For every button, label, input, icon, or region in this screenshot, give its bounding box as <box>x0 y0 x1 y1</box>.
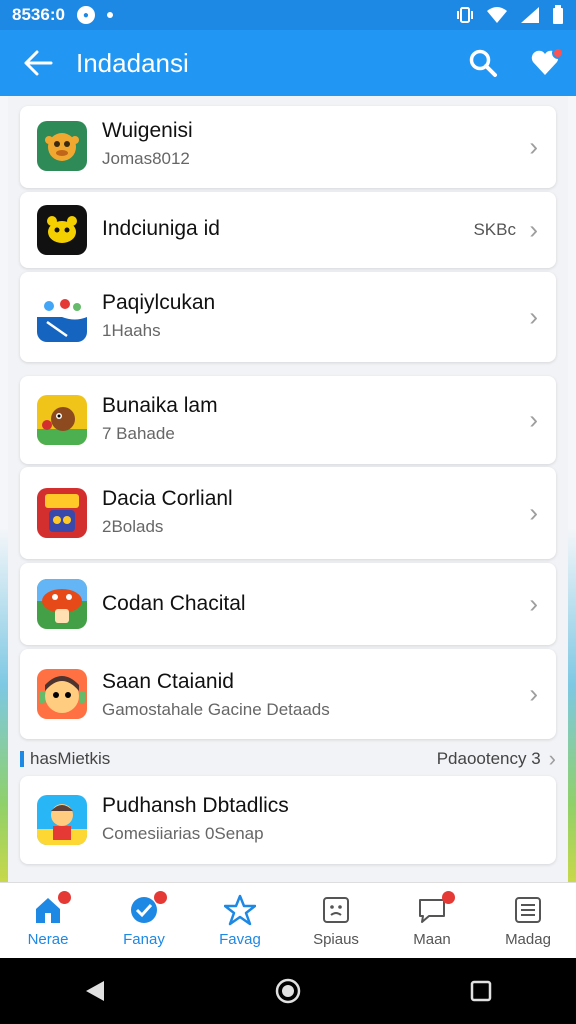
item-subtitle: 7 Bahade <box>102 424 175 443</box>
item-meta: SKBc <box>473 220 516 239</box>
nav-item-spiaus[interactable]: Spiaus <box>288 883 384 958</box>
nav-item-madag[interactable]: Madag <box>480 883 576 958</box>
item-subtitle: 2Bolads <box>102 517 164 536</box>
favorites-button[interactable] <box>514 30 576 96</box>
battery-icon <box>553 5 563 24</box>
nav-item-favorites[interactable]: Favag <box>192 883 288 958</box>
item-title: Bunaika lam <box>102 394 218 417</box>
nav-item-today[interactable]: Fanay <box>96 883 192 958</box>
list-item[interactable]: Saan Ctaianid Gamostahale Gacine Detaads… <box>20 649 556 739</box>
notification-badge <box>442 891 455 904</box>
heart-badge <box>552 47 564 59</box>
chevron-right-icon: › <box>529 131 538 162</box>
section-label: hasMietkis <box>30 749 111 768</box>
nav-label: Madag <box>505 931 551 948</box>
kid-icon <box>37 795 87 845</box>
signal-icon <box>521 7 539 23</box>
list-item[interactable]: Paqiylcukan 1Haahs › <box>20 272 556 362</box>
section-accent <box>20 751 24 767</box>
search-button[interactable] <box>452 30 514 96</box>
item-title: Pudhansh Dbtadlics <box>102 794 289 817</box>
chevron-right-icon: › <box>548 746 556 771</box>
bottom-navigation: Nerae Fanay Favag Spiaus Maan Madag <box>0 882 576 958</box>
item-subtitle: Gamostahale Gacine Detaads <box>102 700 330 719</box>
item-title: Paqiylcukan <box>102 291 216 314</box>
home-circle-icon[interactable] <box>275 978 301 1004</box>
chevron-right-icon: › <box>529 214 538 245</box>
water-icon <box>37 292 87 342</box>
nav-item-home[interactable]: Nerae <box>0 883 96 958</box>
bear-icon <box>37 205 87 255</box>
back-button[interactable] <box>0 30 76 96</box>
arrow-left-icon <box>24 50 53 76</box>
list-item[interactable]: Bunaika lam 7 Bahade › <box>20 376 556 464</box>
recents-square-icon[interactable] <box>470 980 492 1002</box>
chevron-right-icon: › <box>529 588 538 619</box>
back-triangle-icon[interactable] <box>84 979 106 1003</box>
chevron-right-icon: › <box>529 497 538 528</box>
list-item[interactable]: Codan Chacital › <box>20 563 556 645</box>
notification-icon: ● <box>76 6 95 24</box>
dot-icon <box>106 12 113 18</box>
section-header: hasMietkis Pdaootency 3 › <box>20 746 556 772</box>
status-bar: 8536:0 ● <box>0 0 576 30</box>
chevron-right-icon: › <box>529 301 538 332</box>
document-icon <box>515 897 541 923</box>
section-right-text: Pdaootency 3 <box>436 749 541 768</box>
notification-badge <box>58 891 71 904</box>
nav-label: Nerae <box>27 931 69 948</box>
list-item[interactable]: Indciuniga id SKBc › <box>20 192 556 268</box>
nav-label: Spiaus <box>313 931 359 948</box>
list-container: Wuigenisi Jomas8012 › Indciuniga id SKBc… <box>8 96 568 882</box>
item-title: Wuigenisi <box>102 119 193 142</box>
notification-badge <box>154 891 167 904</box>
item-subtitle: 1Haahs <box>102 321 161 340</box>
page-title: Indadansi <box>76 47 189 78</box>
system-navigation-bar <box>0 958 576 1024</box>
item-subtitle: Jomas8012 <box>102 149 190 168</box>
chevron-right-icon: › <box>529 678 538 709</box>
nav-label: Fanay <box>123 931 165 948</box>
section-more-link[interactable]: Pdaootency 3 › <box>437 746 556 772</box>
face-icon <box>37 669 87 719</box>
robot-icon <box>37 488 87 538</box>
status-time: 8536:0 <box>12 5 65 24</box>
chevron-right-icon: › <box>529 404 538 435</box>
nav-label: Favag <box>219 931 261 948</box>
star-icon <box>224 894 256 926</box>
app-bar: Indadansi <box>0 30 576 96</box>
mushroom-icon <box>37 579 87 629</box>
nav-item-maan[interactable]: Maan <box>384 883 480 958</box>
critter-icon <box>37 395 87 445</box>
vibrate-icon <box>457 7 473 23</box>
list-item[interactable]: Wuigenisi Jomas8012 › <box>20 106 556 188</box>
wifi-icon <box>487 7 507 23</box>
item-title: Dacia Corlianl <box>102 487 233 510</box>
monkey-icon <box>37 121 87 171</box>
item-title: Codan Chacital <box>102 592 246 615</box>
content-area: Wuigenisi Jomas8012 › Indciuniga id SKBc… <box>0 96 576 882</box>
item-title: Saan Ctaianid <box>102 670 234 693</box>
item-title: Indciuniga id <box>102 217 220 240</box>
list-item[interactable]: Pudhansh Dbtadlics Comesiiarias 0Senap <box>20 776 556 864</box>
search-icon <box>469 49 497 77</box>
grid-icon <box>323 897 349 923</box>
list-item[interactable]: Dacia Corlianl 2Bolads › <box>20 467 556 559</box>
item-subtitle: Comesiiarias 0Senap <box>102 824 264 843</box>
nav-label: Maan <box>413 931 451 948</box>
